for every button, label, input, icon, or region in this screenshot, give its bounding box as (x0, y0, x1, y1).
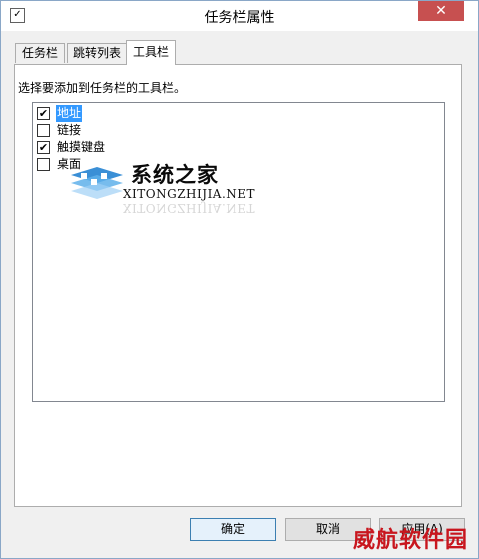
title-bar[interactable]: ✓ 任务栏属性 ✕ (1, 1, 478, 31)
watermark-url-reflection: XITONGZHIJIA.NET (123, 201, 256, 215)
window-title: 任务栏属性 (204, 10, 275, 26)
watermark-title: 系统之家 (131, 163, 219, 187)
tab-jump-lists[interactable]: 跳转列表 (67, 43, 127, 63)
tab-taskbar[interactable]: 任务栏 (15, 43, 65, 63)
close-button[interactable]: ✕ (418, 1, 464, 21)
ok-button[interactable]: 确定 (190, 518, 276, 541)
checkbox-address[interactable]: ✔ (37, 107, 50, 120)
brand-stamp: 威航软件园 (352, 527, 468, 553)
checkbox-desktop[interactable] (37, 158, 50, 171)
tab-toolbars[interactable]: 工具栏 (126, 40, 176, 65)
checkbox-links[interactable] (37, 124, 50, 137)
watermark-logo-icon (71, 167, 123, 199)
list-item-label: 链接 (57, 123, 82, 137)
dialog-window: ✓ 任务栏属性 ✕ 任务栏 跳转列表 工具栏 选择要添加到任务栏的工具栏。 ✔ … (0, 0, 479, 559)
checkbox-touch-keyboard[interactable]: ✔ (37, 141, 50, 154)
list-item-label: 地址 (56, 105, 83, 122)
toolbar-list[interactable]: ✔ 地址 链接 ✔ 触摸键盘 桌面 (32, 102, 445, 402)
watermark-url: XITONGZHIJIA.NET (123, 187, 256, 201)
watermark: 系统之家 XITONGZHIJIA.NET XITONGZHIJIA.NET (67, 151, 257, 221)
instruction-text: 选择要添加到任务栏的工具栏。 (18, 81, 187, 95)
